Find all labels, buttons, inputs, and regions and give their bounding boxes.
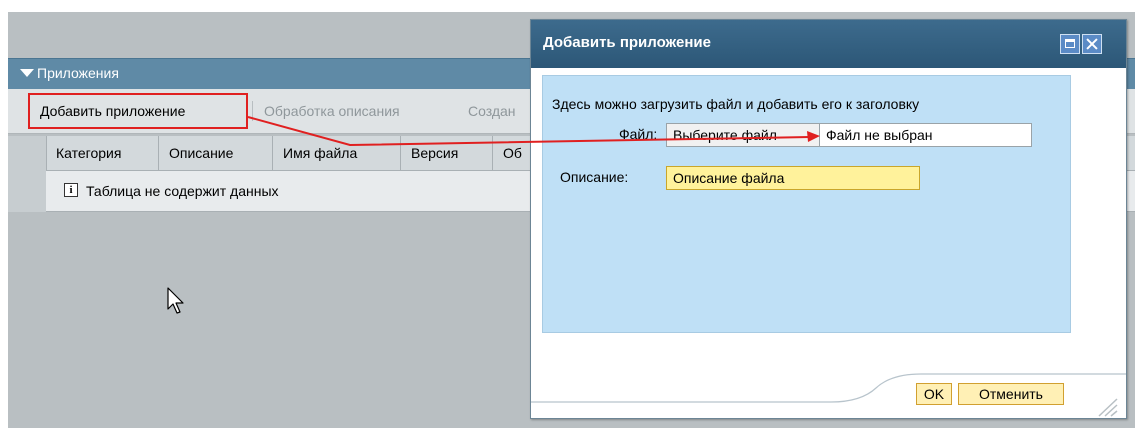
description-input[interactable] (666, 166, 920, 190)
mouse-cursor-icon (167, 287, 184, 314)
column-header-filename[interactable]: Имя файла (273, 136, 401, 170)
empty-table-message: Таблица не содержит данных (86, 183, 279, 199)
file-label: Файл: (619, 126, 658, 142)
resize-grip-icon[interactable] (1095, 395, 1119, 417)
ok-button[interactable]: OK (916, 383, 952, 405)
highlight-frame (28, 93, 248, 129)
toolbar-separator (252, 101, 253, 121)
column-header-description[interactable]: Описание (159, 136, 273, 170)
row-selector-column[interactable] (8, 136, 47, 212)
add-attachment-dialog: Добавить приложение Здесь можно загрузит… (530, 19, 1127, 419)
create-button[interactable]: Создан (468, 89, 516, 133)
choose-file-button[interactable]: Выберите файл (666, 123, 820, 147)
section-title-label: Приложения (37, 65, 119, 81)
close-icon[interactable] (1082, 34, 1102, 54)
dialog-intro-text: Здесь можно загрузить файл и добавить ег… (552, 96, 920, 112)
column-header-category[interactable]: Категория (46, 136, 159, 170)
description-label: Описание: (560, 169, 629, 185)
dialog-title: Добавить приложение (543, 34, 711, 51)
dialog-titlebar[interactable]: Добавить приложение (531, 20, 1126, 68)
column-header-version[interactable]: Версия (401, 136, 493, 170)
collapse-triangle-icon[interactable] (20, 69, 34, 77)
column-header-partial[interactable]: Об (493, 136, 533, 170)
no-file-chosen-text: Файл не выбран (820, 123, 1032, 147)
info-icon: i (64, 183, 78, 197)
dialog-content-panel: Здесь можно загрузить файл и добавить ег… (542, 75, 1071, 333)
cancel-button[interactable]: Отменить (958, 383, 1064, 405)
maximize-icon[interactable] (1060, 34, 1080, 54)
edit-description-button[interactable]: Обработка описания (264, 89, 400, 133)
section-title[interactable]: Приложения (20, 65, 119, 81)
